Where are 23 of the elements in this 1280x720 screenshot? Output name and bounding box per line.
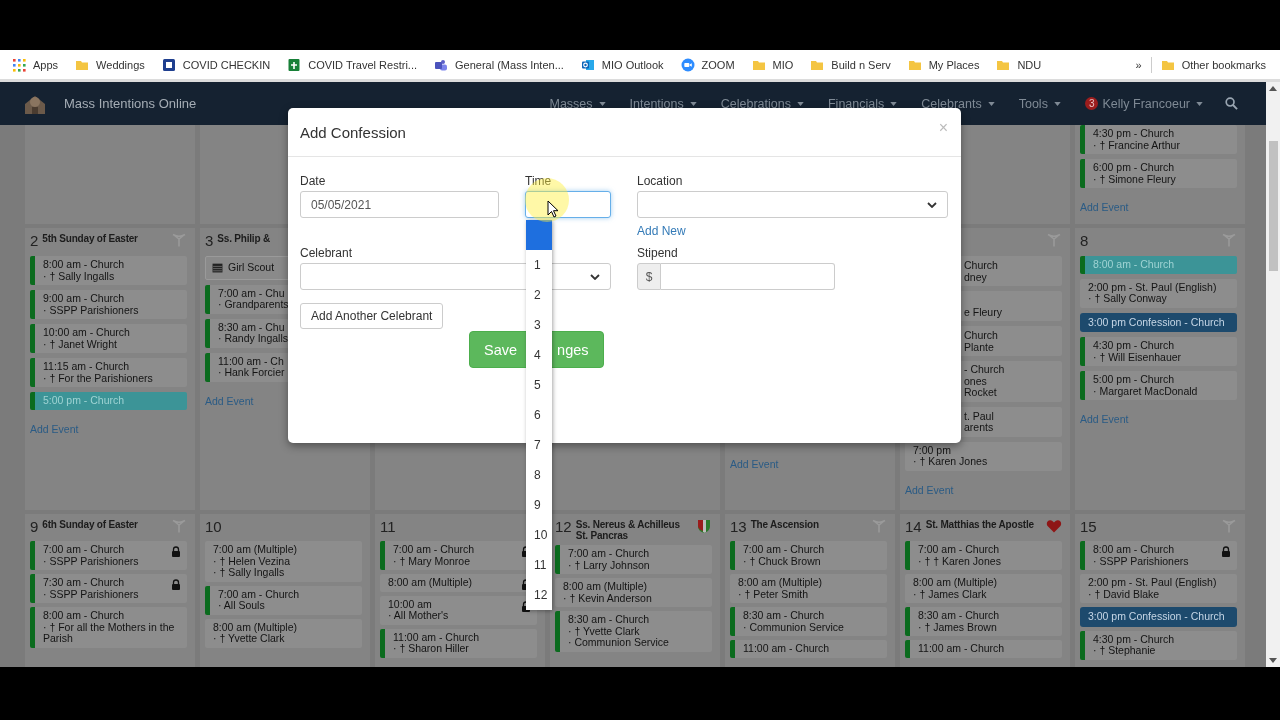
notification-badge: 3 xyxy=(1084,97,1099,110)
field-label: Time xyxy=(525,174,553,188)
day-number: 3 xyxy=(205,232,214,249)
currency-addon: $ xyxy=(637,263,662,290)
field-label: Stipend xyxy=(637,246,679,260)
day-number: 11 xyxy=(380,518,396,535)
field-label: Location xyxy=(637,174,684,188)
day-number: 14 xyxy=(905,518,922,535)
day-title: St. Matthias the Apostle xyxy=(925,520,1034,531)
day-title: 5th Sunday of Easter xyxy=(42,234,138,245)
day-number: 9 xyxy=(30,518,39,535)
day-number: 2 xyxy=(30,232,39,249)
day-number: 12 xyxy=(555,518,572,535)
day-number: 15 xyxy=(1080,518,1097,535)
dialog-title: Add Confession xyxy=(300,123,406,141)
day-title: 6th Sunday of Easter xyxy=(42,520,138,531)
day-number: 13 xyxy=(730,518,747,535)
field-label: Date xyxy=(300,174,327,188)
day-number: 10 xyxy=(205,518,222,535)
day-title: Ss. Philip & xyxy=(217,234,270,245)
day-number: 8 xyxy=(1080,232,1089,249)
day-title: Ss. Nereus & Achilleus St. Pancras xyxy=(575,520,681,541)
day-title: The Ascension xyxy=(750,520,819,531)
